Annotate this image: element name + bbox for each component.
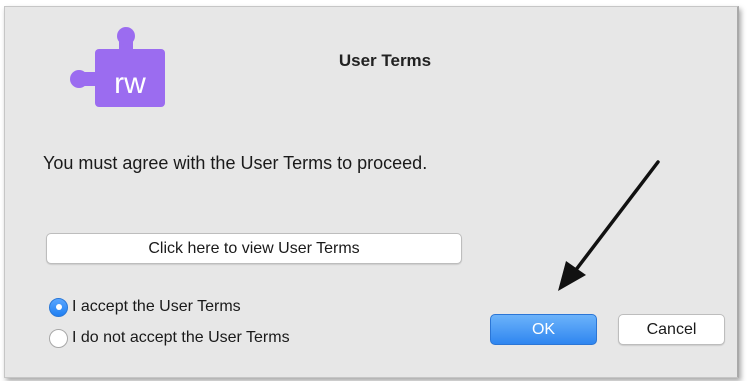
view-user-terms-button[interactable]: Click here to view User Terms bbox=[46, 233, 462, 264]
decline-radio-button[interactable] bbox=[49, 328, 68, 348]
arrow-pointer-icon bbox=[558, 160, 660, 291]
cancel-button[interactable]: Cancel bbox=[618, 314, 725, 345]
puzzle-piece-icon: rw bbox=[70, 27, 165, 107]
decline-radio-label[interactable]: I do not accept the User Terms bbox=[72, 329, 290, 347]
screenshot-frame: rw User Terms You must agree with the Us… bbox=[0, 0, 747, 381]
dialog-title: User Terms bbox=[338, 51, 432, 70]
ok-button[interactable]: OK bbox=[490, 314, 597, 345]
decline-terms-option[interactable]: I do not accept the User Terms bbox=[49, 326, 290, 350]
terms-message: You must agree with the User Terms to pr… bbox=[43, 153, 428, 173]
accept-terms-option[interactable]: I accept the User Terms bbox=[49, 295, 241, 319]
app-icon-text: rw bbox=[114, 67, 146, 100]
user-terms-dialog: rw User Terms You must agree with the Us… bbox=[4, 6, 739, 378]
accept-radio-button[interactable] bbox=[49, 297, 68, 317]
accept-radio-label[interactable]: I accept the User Terms bbox=[72, 298, 241, 316]
